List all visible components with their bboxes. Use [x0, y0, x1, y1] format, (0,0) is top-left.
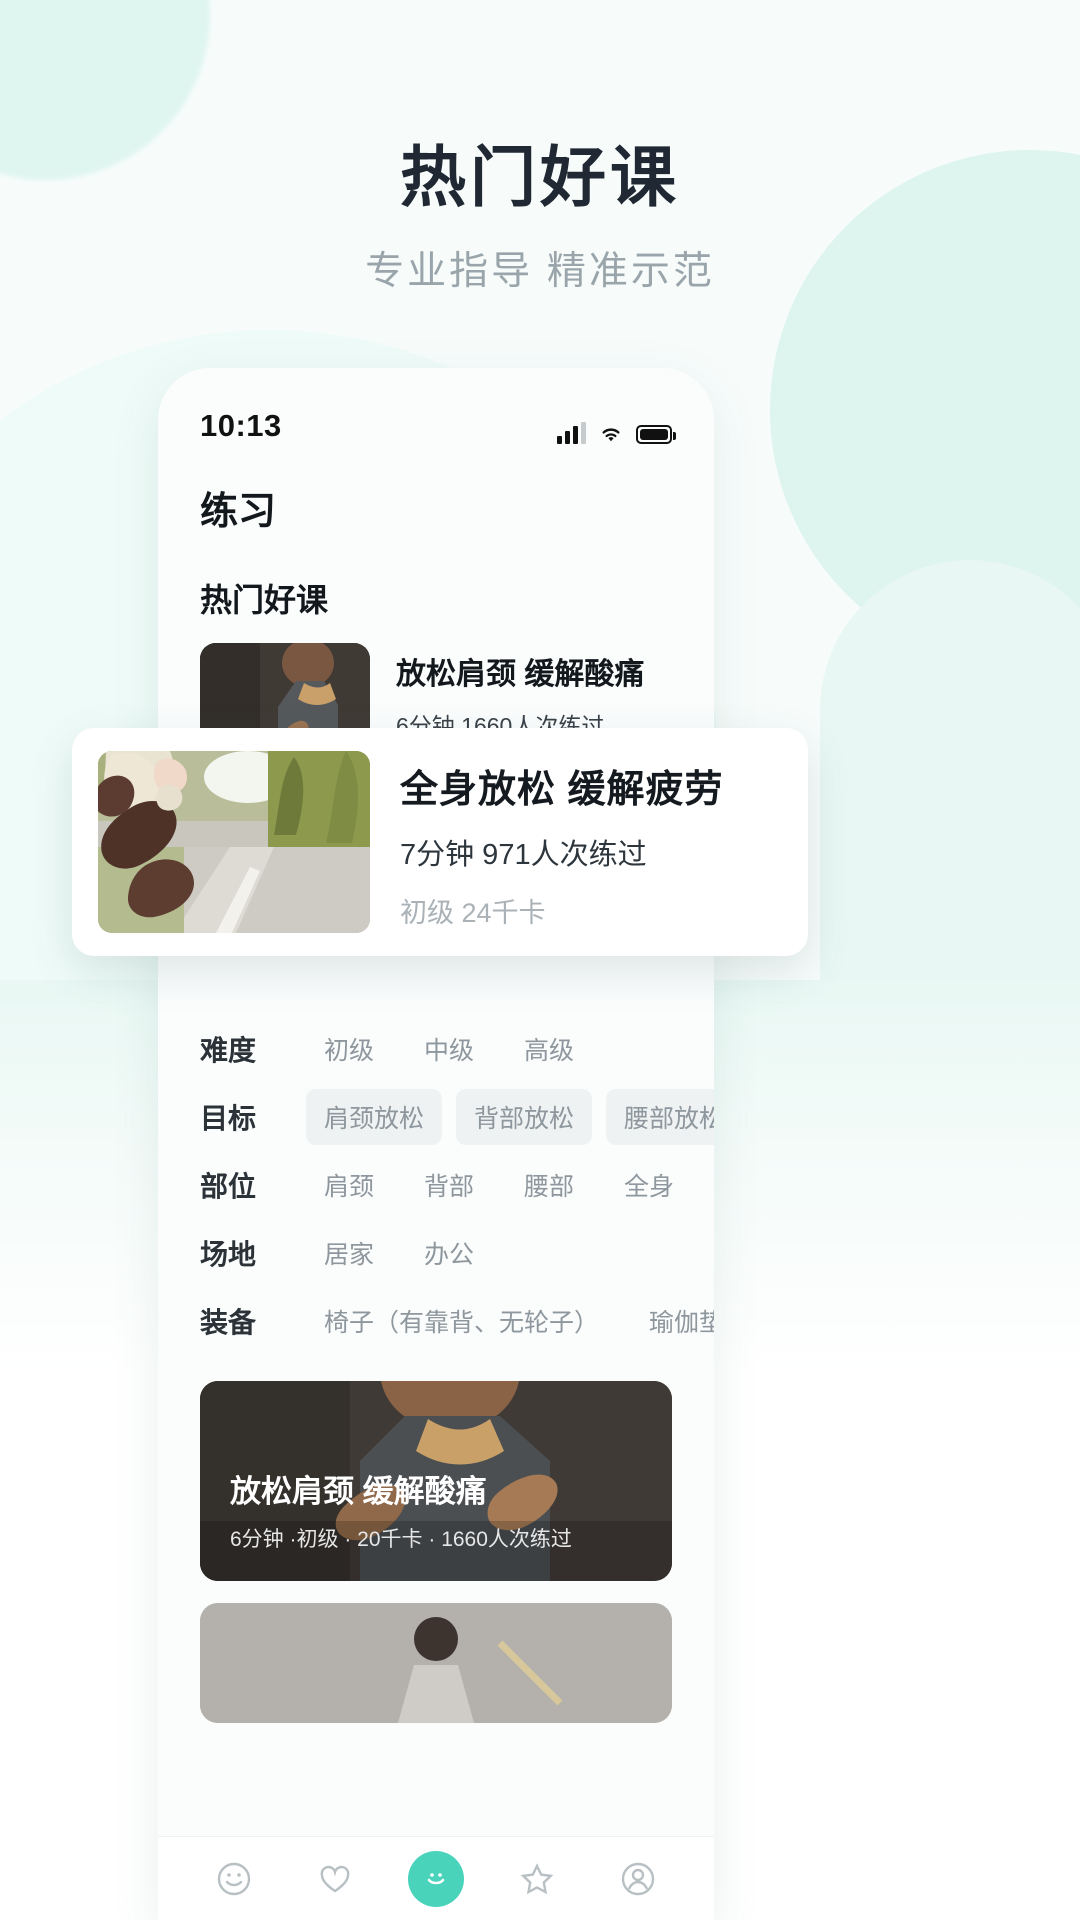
featured-course-level-calories: 初级 24千卡	[400, 898, 546, 928]
filter-panel: 难度 初级 中级 高级 目标 肩颈放松 背部放松 腰部放松 全身放松 部位 肩颈…	[158, 997, 714, 1355]
phone-mockup: 10:13 练习 热门好课 放松肩颈 缓解酸痛 6分钟 1660人次练过 难度 …	[158, 368, 714, 1920]
course-card-next[interactable]	[200, 1603, 672, 1723]
filter-row-difficulty: 难度 初级 中级 高级	[200, 1015, 672, 1083]
bottom-tab-bar	[158, 1836, 714, 1920]
filter-option[interactable]: 腰部放松	[606, 1089, 714, 1145]
featured-course-title: 全身放松 缓解疲劳	[400, 769, 724, 811]
tab-practice[interactable]	[407, 1850, 465, 1908]
status-bar-clock: 10:13	[200, 408, 282, 443]
filter-option[interactable]: 椅子（有靠背、无轮子）	[306, 1293, 617, 1349]
course-meta: 6分钟 ·初级 · 20千卡 · 1660人次练过	[230, 1528, 572, 1551]
tab-favorites[interactable]	[306, 1850, 364, 1908]
tab-achievements[interactable]	[508, 1850, 566, 1908]
promo-title: 热门好课	[400, 140, 680, 214]
filter-label: 难度	[200, 1035, 257, 1066]
promo-subtitle: 专业指导 精准示范	[365, 249, 715, 293]
filter-row-equipment: 装备 椅子（有靠背、无轮子） 瑜伽垫	[200, 1287, 714, 1355]
filter-row-place: 场地 居家 办公	[200, 1219, 672, 1287]
featured-course-thumbnail	[98, 751, 370, 933]
course-card-hero[interactable]: 放松肩颈 缓解酸痛 6分钟 ·初级 · 20千卡 · 1660人次练过	[200, 1381, 672, 1581]
filter-label: 目标	[200, 1103, 257, 1134]
battery-icon	[636, 425, 676, 444]
course-title: 放松肩颈 缓解酸痛	[230, 1474, 487, 1509]
filter-option[interactable]: 肩颈放松	[306, 1089, 443, 1145]
course-title: 放松肩颈 缓解酸痛	[396, 658, 645, 691]
filter-option[interactable]: 全身	[606, 1157, 692, 1213]
filter-option[interactable]: 背部放松	[456, 1089, 593, 1145]
heart-icon	[314, 1858, 356, 1900]
cellular-signal-icon	[557, 422, 586, 444]
profile-icon	[617, 1858, 659, 1900]
filter-label: 部位	[200, 1171, 257, 1202]
phone-screen: 10:13 练习 热门好课 放松肩颈 缓解酸痛 6分钟 1660人次练过 难度 …	[158, 368, 714, 1920]
filter-option[interactable]: 初级	[306, 1021, 392, 1077]
filter-option[interactable]: 居家	[306, 1225, 392, 1281]
filter-row-bodypart: 部位 肩颈 背部 腰部 全身	[200, 1151, 674, 1219]
section-title-popular: 热门好课	[200, 582, 329, 618]
promo-headline: 热门好课 专业指导 精准示范	[0, 140, 1080, 296]
tab-profile[interactable]	[609, 1850, 667, 1908]
filter-option[interactable]: 瑜伽垫	[631, 1293, 714, 1349]
filter-option[interactable]: 腰部	[506, 1157, 592, 1213]
page-title: 练习	[200, 491, 277, 533]
filter-option[interactable]: 中级	[406, 1021, 492, 1077]
practice-icon	[407, 1850, 464, 1907]
wifi-icon	[598, 424, 624, 444]
status-bar: 10:13	[158, 368, 714, 460]
filter-option[interactable]: 肩颈	[306, 1157, 392, 1213]
filter-option[interactable]: 背部	[406, 1157, 492, 1213]
home-icon	[213, 1858, 255, 1900]
featured-course-card[interactable]: 全身放松 缓解疲劳 7分钟 971人次练过 初级 24千卡	[72, 728, 808, 956]
tab-home[interactable]	[205, 1850, 263, 1908]
featured-course-duration-count: 7分钟 971人次练过	[400, 839, 647, 871]
filter-option[interactable]: 办公	[406, 1225, 492, 1281]
star-icon	[516, 1858, 558, 1900]
filter-label: 装备	[200, 1307, 257, 1338]
filter-row-goal: 目标 肩颈放松 背部放松 腰部放松 全身放松	[200, 1083, 714, 1151]
filter-option[interactable]: 高级	[506, 1021, 592, 1077]
filter-label: 场地	[200, 1239, 257, 1270]
